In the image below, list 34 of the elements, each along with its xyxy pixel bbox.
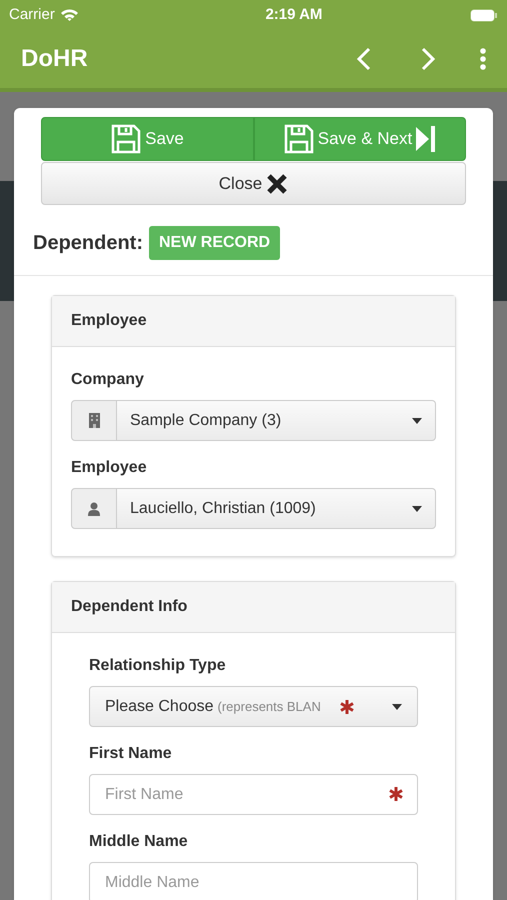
selected-value: Please Choose <box>105 696 214 716</box>
forward-chevron-icon[interactable] <box>421 47 435 71</box>
text-input-field[interactable]: Middle Name <box>89 862 418 900</box>
back-chevron-icon[interactable] <box>357 47 371 71</box>
caret-icon <box>412 418 422 424</box>
skip-forward-icon <box>416 125 436 153</box>
carrier-label: Carrier <box>9 4 55 25</box>
select-dropdown[interactable]: Lauciello, Christian (1009) <box>117 488 436 529</box>
record-label: Dependent: <box>33 231 143 256</box>
field-label: Relationship Type <box>89 656 227 676</box>
more-menu-icon[interactable] <box>480 48 486 70</box>
panel-title: Employee <box>71 311 147 331</box>
panel-title: Dependent Info <box>71 597 188 617</box>
select-dropdown[interactable]: Sample Company (3) <box>117 400 436 441</box>
selected-value: Lauciello, Christian (1009) <box>130 498 317 518</box>
battery-icon <box>470 8 498 22</box>
select-hint: (represents BLAN <box>218 698 321 716</box>
field-label: Company <box>71 370 145 390</box>
person-icon <box>88 502 100 516</box>
caret-icon <box>412 506 422 512</box>
selected-value: Sample Company (3) <box>130 410 282 430</box>
new-record-badge: NEW RECORD <box>149 226 280 260</box>
wifi-icon <box>60 9 78 21</box>
text-input-field[interactable]: First Name <box>89 774 418 815</box>
field-label: Employee <box>71 458 148 478</box>
app-title: DoHR <box>21 44 89 74</box>
building-icon <box>88 413 100 428</box>
caret-icon <box>392 704 402 710</box>
field-label: Middle Name <box>89 832 189 852</box>
select-dropdown[interactable]: Please Choose (represents BLAN <box>89 686 418 727</box>
field-label: First Name <box>89 744 173 764</box>
clock-time: 2:19 AM <box>265 4 322 25</box>
close-button[interactable]: Close <box>41 162 466 205</box>
close-icon <box>266 172 288 194</box>
